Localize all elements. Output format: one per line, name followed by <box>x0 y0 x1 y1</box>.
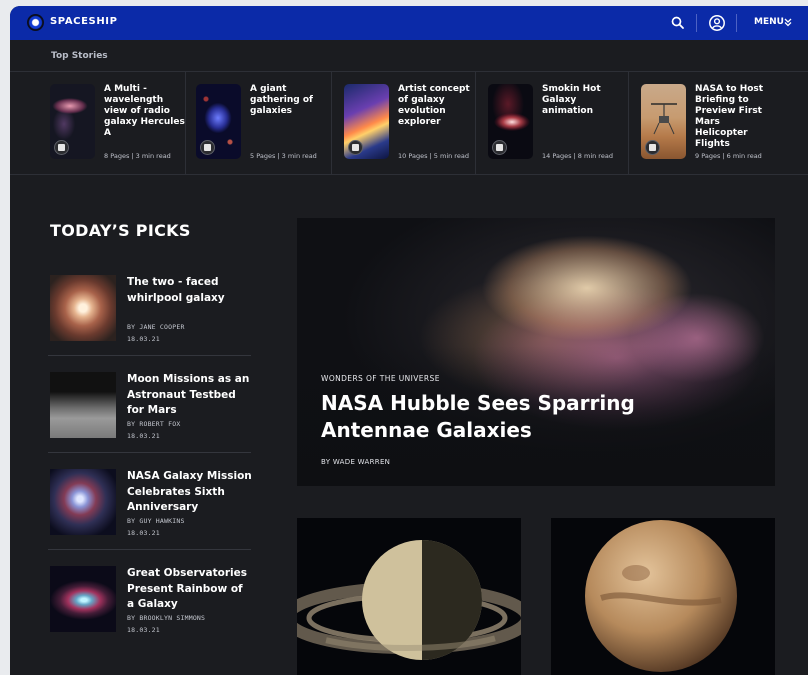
pick-title[interactable]: Great Observatories Present Rainbow of a… <box>127 566 252 613</box>
pick-date: 18.03.21 <box>127 432 160 440</box>
pick-date: 18.03.21 <box>127 626 160 634</box>
story-card[interactable]: A giant gathering of galaxies 5 Pages | … <box>196 72 332 174</box>
mars-helicopter-icon <box>651 103 677 135</box>
story-meta: 9 Pages | 6 min read <box>695 152 762 160</box>
pick-title[interactable]: The two - faced whirlpool galaxy <box>127 275 252 306</box>
story-title[interactable]: A Multi - wavelength view of radio galax… <box>104 84 188 139</box>
mars-image <box>585 520 737 672</box>
pick-author: BY ROBERT FOX <box>127 420 181 428</box>
pick-thumbnail[interactable] <box>50 469 116 535</box>
top-stories-strip: A Multi - wavelength view of radio galax… <box>10 71 808 175</box>
pick-author: BY BROOKLYN SIMMONS <box>127 614 206 622</box>
story-card[interactable]: NASA to Host Briefing to Preview First M… <box>641 72 808 174</box>
pick-title[interactable]: Moon Missions as an Astronaut Testbed fo… <box>127 372 252 419</box>
hero-feature[interactable]: WONDERS OF THE UNIVERSE NASA Hubble Sees… <box>297 218 775 486</box>
story-thumbnail[interactable] <box>196 84 241 159</box>
pick-divider <box>48 549 251 550</box>
hero-title[interactable]: NASA Hubble Sees Sparring Antennae Galax… <box>321 390 681 444</box>
menu-button[interactable]: MENU <box>754 17 784 27</box>
hero-author: BY WADE WARREN <box>321 458 391 466</box>
story-thumbnail[interactable] <box>344 84 389 159</box>
pick-date: 18.03.21 <box>127 529 160 537</box>
double-chevron-down-icon[interactable] <box>783 17 793 27</box>
pick-title[interactable]: NASA Galaxy Mission Celebrates Sixth Ann… <box>127 469 252 516</box>
saturn-article-card[interactable] <box>297 518 521 675</box>
story-title[interactable]: A giant gathering of galaxies <box>250 84 334 117</box>
top-stories-label: Top Stories <box>51 51 108 61</box>
story-card[interactable]: A Multi - wavelength view of radio galax… <box>50 72 186 174</box>
mars-article-card[interactable] <box>551 518 775 675</box>
story-thumbnail[interactable] <box>50 84 95 159</box>
pick-divider <box>48 355 251 356</box>
header-divider <box>696 14 697 32</box>
story-pages-icon <box>348 140 363 155</box>
top-navigation-bar: SPACESHIP MENU <box>10 6 808 40</box>
pick-thumbnail[interactable] <box>50 566 116 632</box>
story-card[interactable]: Artist concept of galaxy evolution explo… <box>344 72 476 174</box>
story-title[interactable]: Smokin Hot Galaxy animation <box>542 84 626 117</box>
pick-divider <box>48 452 251 453</box>
search-icon[interactable] <box>670 15 686 31</box>
user-circle-icon[interactable] <box>708 14 726 32</box>
logo-text[interactable]: SPACESHIP <box>50 16 118 27</box>
spaceship-logo-icon[interactable] <box>27 14 44 31</box>
story-pages-icon <box>645 140 660 155</box>
story-card[interactable]: Smokin Hot Galaxy animation 14 Pages | 8… <box>488 72 629 174</box>
story-pages-icon <box>492 140 507 155</box>
header-divider <box>736 14 737 32</box>
story-title[interactable]: NASA to Host Briefing to Preview First M… <box>695 84 773 150</box>
pick-author: BY JANE COOPER <box>127 323 185 331</box>
story-thumbnail[interactable] <box>488 84 533 159</box>
story-title[interactable]: Artist concept of galaxy evolution explo… <box>398 84 482 128</box>
saturn-image <box>297 540 521 660</box>
story-pages-icon <box>54 140 69 155</box>
pick-date: 18.03.21 <box>127 335 160 343</box>
app-window: SPACESHIP MENU Top Stories A Multi - wav… <box>10 6 808 675</box>
hero-kicker: WONDERS OF THE UNIVERSE <box>321 374 440 383</box>
todays-picks-heading: TODAY’S PICKS <box>50 221 191 240</box>
pick-author: BY GUY HAWKINS <box>127 517 185 525</box>
pick-thumbnail[interactable] <box>50 372 116 438</box>
story-pages-icon <box>200 140 215 155</box>
story-thumbnail[interactable] <box>641 84 686 159</box>
pick-thumbnail[interactable] <box>50 275 116 341</box>
